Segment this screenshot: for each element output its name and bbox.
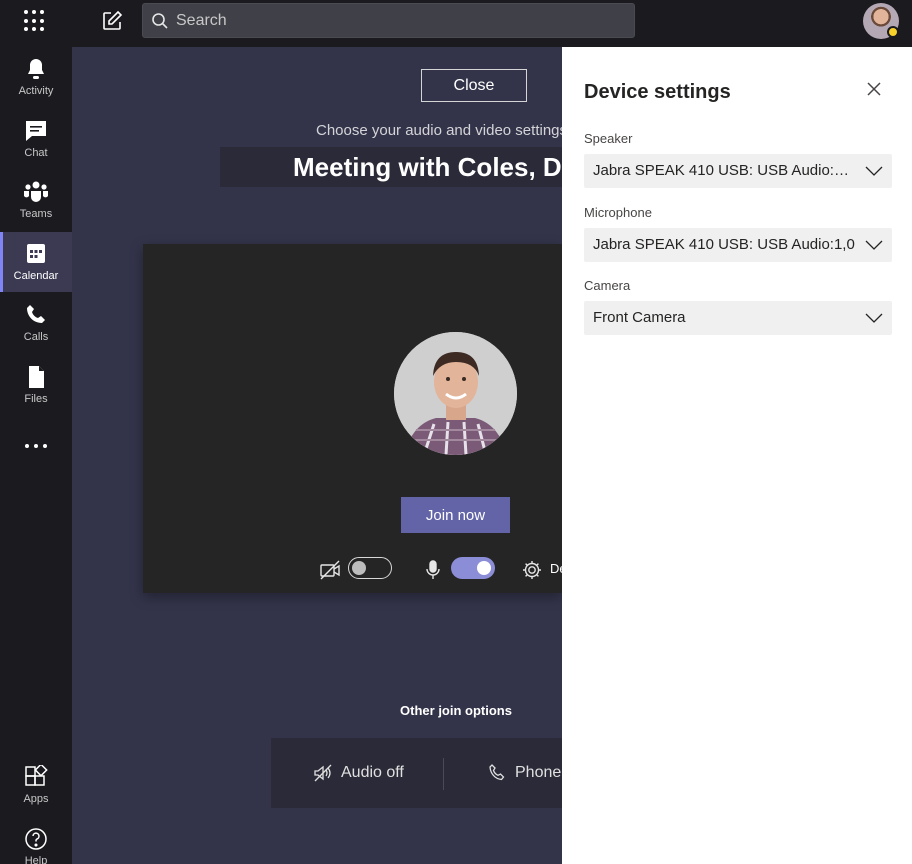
bell-icon: [28, 59, 44, 79]
camera-off-icon[interactable]: [319, 559, 341, 581]
rail-label-help: Help: [24, 855, 48, 864]
rail-item-teams[interactable]: Teams: [0, 170, 72, 230]
rail-label-files: Files: [24, 393, 48, 405]
help-icon: [25, 828, 47, 850]
rail-label-calls: Calls: [23, 331, 49, 343]
rail-item-calls[interactable]: Calls: [0, 293, 72, 353]
microphone-toggle[interactable]: [451, 557, 495, 579]
devices-label[interactable]: De: [550, 561, 562, 576]
options-divider: [443, 758, 444, 790]
app-launcher-icon[interactable]: [24, 10, 46, 32]
camera-toggle[interactable]: [348, 557, 392, 579]
calendar-icon: [27, 244, 45, 263]
new-chat-icon[interactable]: [100, 9, 124, 33]
microphone-value: Jabra SPEAK 410 USB: USB Audio:1,0: [593, 236, 855, 253]
presence-badge: [887, 26, 899, 38]
join-now-button[interactable]: Join now: [401, 497, 510, 533]
camera-value: Front Camera: [593, 309, 686, 326]
rail-item-files[interactable]: Files: [0, 355, 72, 415]
teams-icon: [24, 181, 48, 202]
chevron-down-icon: [865, 166, 883, 176]
speaker-select[interactable]: Jabra SPEAK 410 USB: USB Audio:1,0:...: [584, 154, 892, 188]
search-icon: [152, 13, 168, 29]
phone-option[interactable]: Phone: [487, 738, 562, 808]
search-input[interactable]: [176, 4, 616, 37]
speaker-value: Jabra SPEAK 410 USB: USB Audio:1,0:...: [593, 162, 855, 179]
close-icon[interactable]: [864, 79, 884, 99]
speaker-label: Speaker: [584, 131, 633, 146]
camera-select[interactable]: Front Camera: [584, 301, 892, 335]
top-bar: [0, 0, 912, 47]
phone-label: Phone: [515, 764, 562, 781]
rail-item-apps[interactable]: Apps: [0, 755, 72, 815]
audio-off-icon: [314, 764, 332, 782]
rail-label-apps: Apps: [23, 793, 49, 805]
panel-title: Device settings: [584, 81, 731, 103]
rail-label-teams: Teams: [19, 208, 53, 220]
search-bar[interactable]: [142, 3, 635, 38]
camera-label: Camera: [584, 278, 631, 293]
other-join-options: Audio off Phone: [271, 738, 562, 808]
file-icon: [29, 366, 44, 388]
app-rail: Activity Chat Teams Calendar Calls Files: [0, 47, 72, 864]
microphone-select[interactable]: Jabra SPEAK 410 USB: USB Audio:1,0: [584, 228, 892, 262]
meeting-title: Meeting with Coles, D: [293, 152, 562, 182]
rail-item-activity[interactable]: Activity: [0, 47, 72, 107]
rail-label-calendar: Calendar: [13, 270, 59, 282]
phone-icon: [489, 764, 505, 781]
rail-item-calendar[interactable]: Calendar: [0, 232, 72, 292]
chevron-down-icon: [865, 313, 883, 323]
rail-label-chat: Chat: [24, 147, 48, 159]
audio-off-option[interactable]: Audio off: [311, 738, 443, 808]
phone-icon: [27, 305, 45, 323]
microphone-label: Microphone: [584, 205, 652, 220]
meeting-title-band: Meeting with Coles, D: [220, 147, 562, 187]
user-avatar: [394, 332, 517, 455]
microphone-icon[interactable]: [423, 559, 443, 581]
rail-item-help[interactable]: Help: [0, 817, 72, 864]
close-button[interactable]: Close: [421, 69, 527, 102]
chevron-down-icon: [865, 240, 883, 250]
rail-label-activity: Activity: [18, 85, 54, 97]
video-preview: Join now De: [143, 244, 562, 593]
audio-off-label: Audio off: [341, 764, 404, 781]
more-apps-icon[interactable]: [22, 440, 50, 452]
apps-icon: [25, 765, 48, 786]
rail-item-chat[interactable]: Chat: [0, 109, 72, 169]
gear-icon[interactable]: [521, 559, 543, 581]
chat-icon: [26, 121, 46, 141]
device-settings-panel: Device settings Speaker Jabra SPEAK 410 …: [562, 47, 912, 864]
choose-settings-text: Choose your audio and video settings: [316, 122, 568, 139]
